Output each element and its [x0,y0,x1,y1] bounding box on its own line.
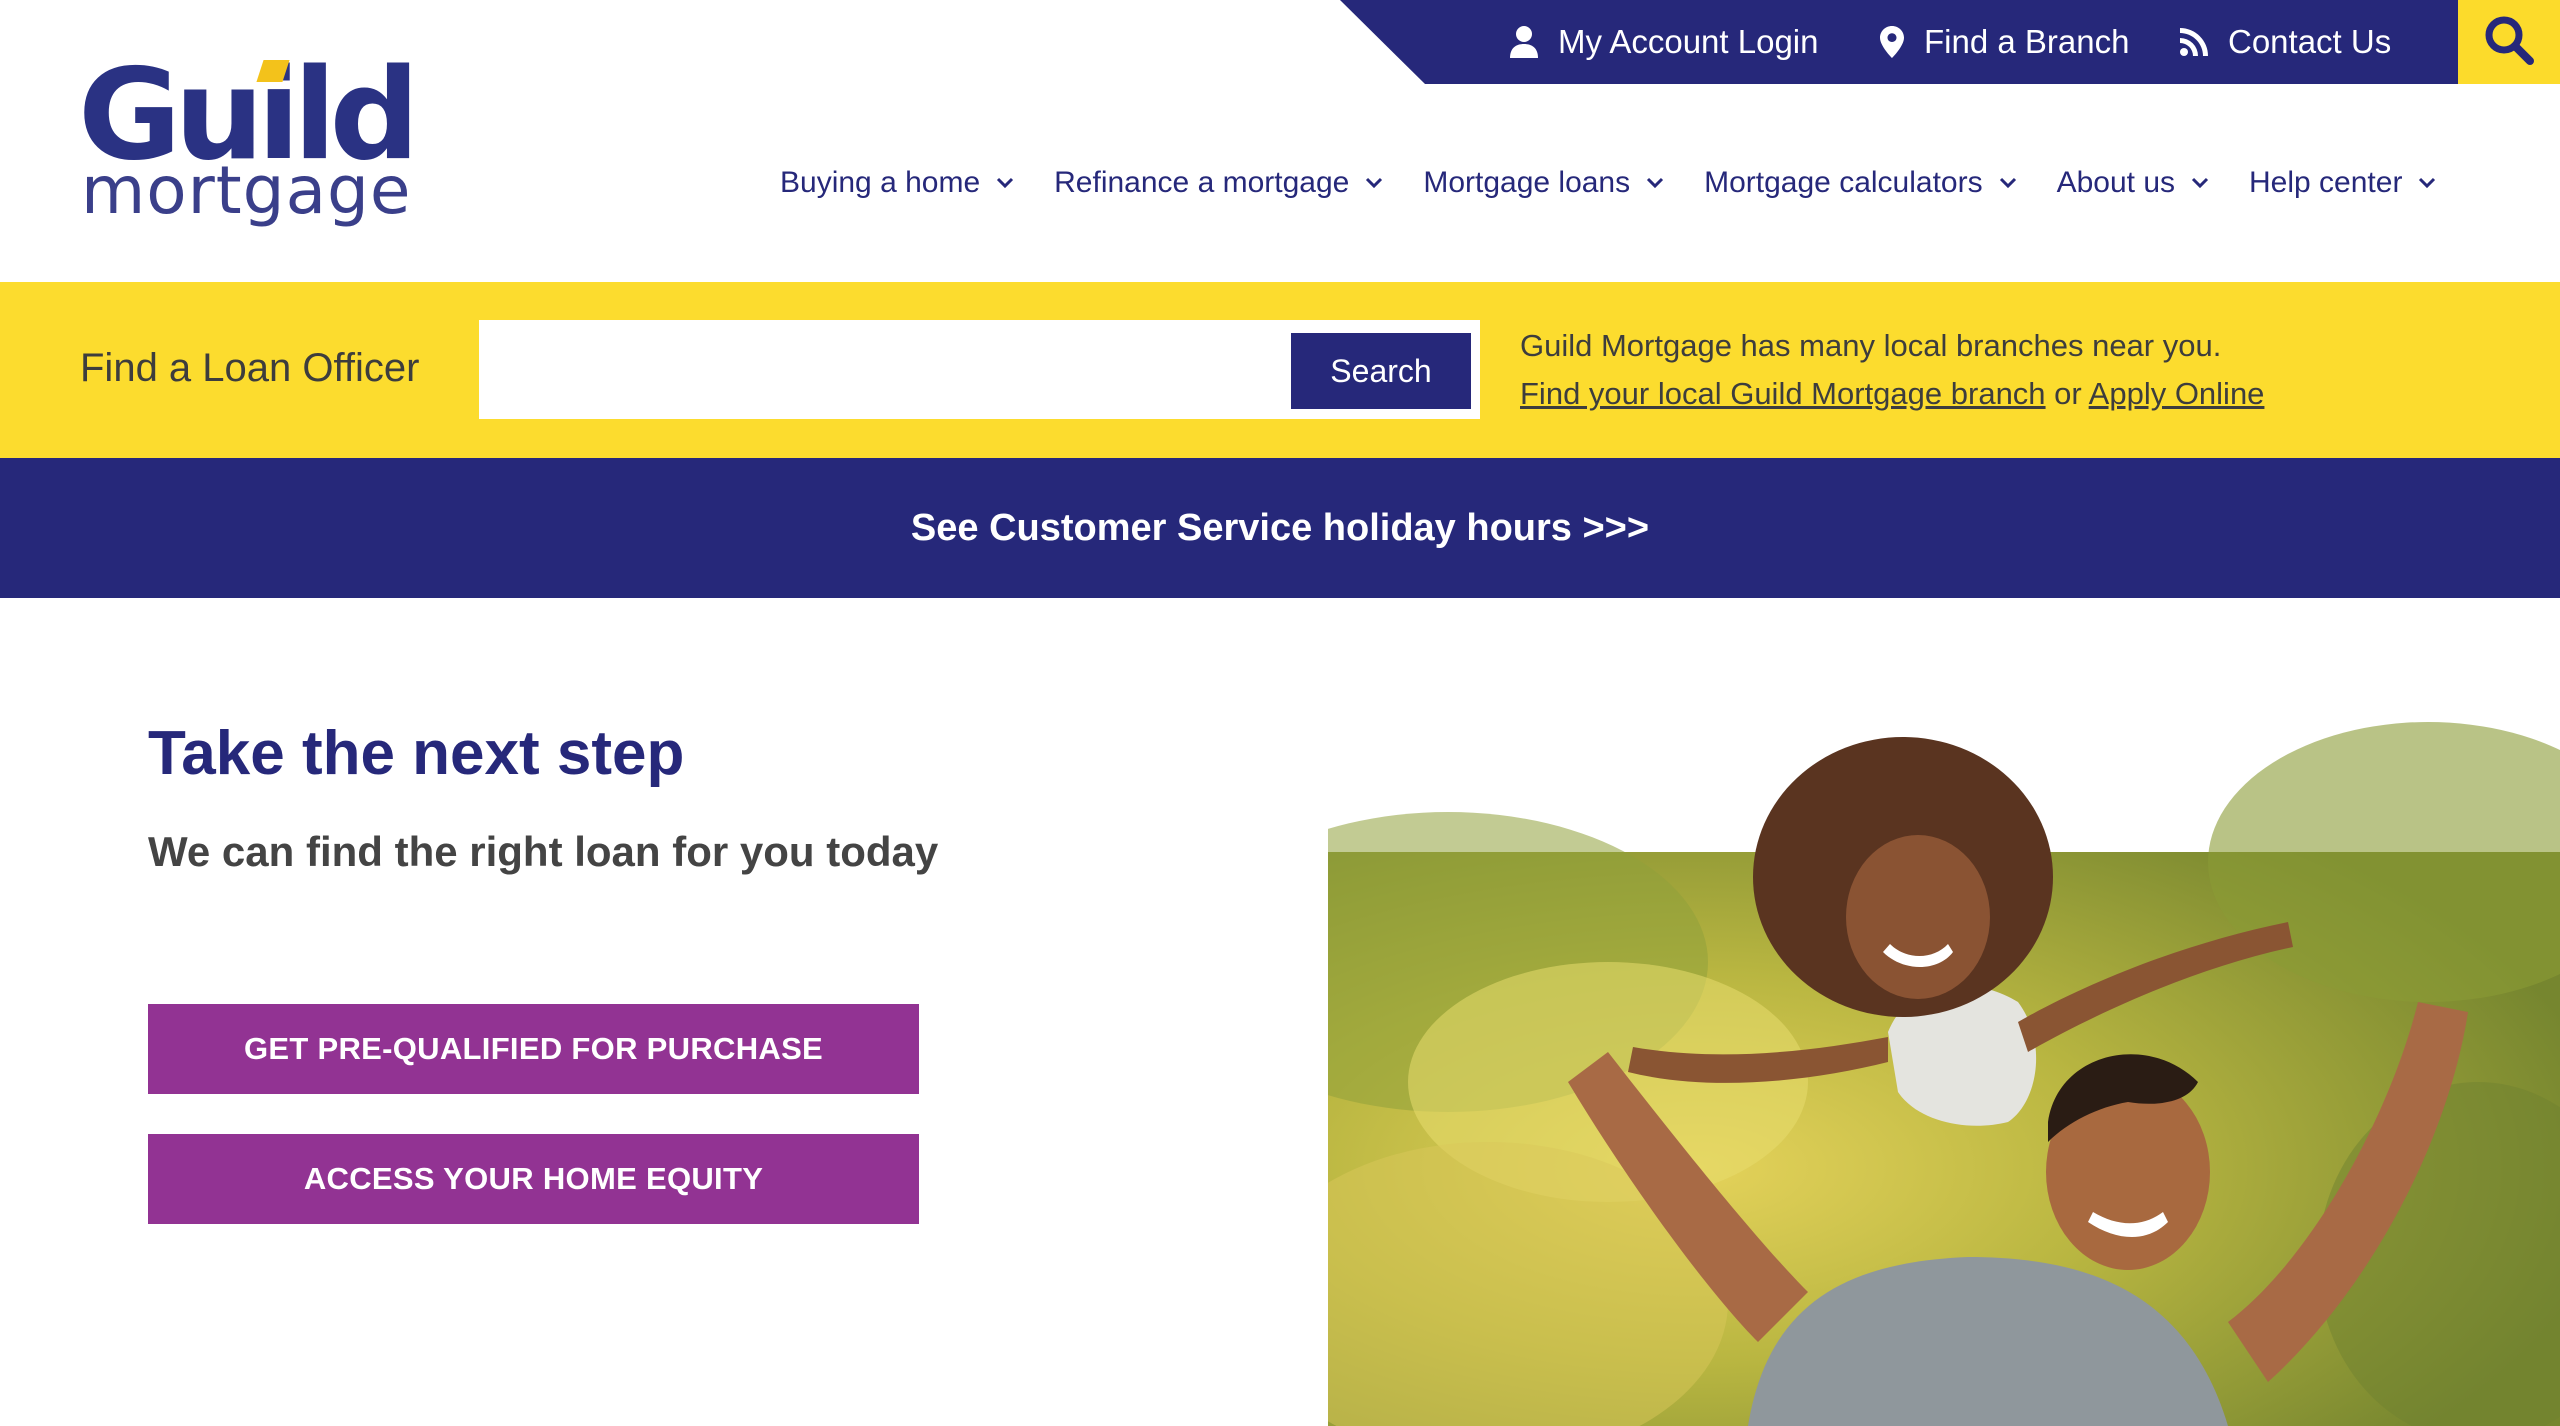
nav-item-label: Refinance a mortgage [1054,166,1350,199]
chevron-down-icon [2418,177,2436,189]
chevron-down-icon [1999,177,2017,189]
apply-online-link[interactable]: Apply Online [2089,376,2265,411]
chevron-down-icon [1646,177,1664,189]
nav-item-about-us[interactable]: About us [2057,166,2209,200]
find-local-branch-link[interactable]: Find your local Guild Mortgage branch [1520,376,2046,411]
logo-subtitle: mortgage [81,152,412,229]
find-a-branch-label: Find a Branch [1924,23,2130,60]
chevron-down-icon [996,177,1014,189]
loan-officer-search-button[interactable]: Search [1291,333,1471,409]
hero-photo-father-and-daughter [1328,702,2560,1426]
nav-item-mortgage-loans[interactable]: Mortgage loans [1423,166,1664,200]
site-search-button[interactable] [2458,0,2560,84]
loan-officer-search-input[interactable] [481,322,1289,417]
holiday-hours-link[interactable]: See Customer Service holiday hours >>> [911,507,1649,550]
find-loan-officer-label: Find a Loan Officer [80,346,420,390]
announcement-bar: See Customer Service holiday hours >>> [0,458,2560,598]
rss-icon [2180,28,2208,56]
get-pre-qualified-button[interactable]: GET PRE-QUALIFIED FOR PURCHASE [148,1004,919,1094]
contact-us-label: Contact Us [2228,23,2392,60]
nav-item-refinance-a-mortgage[interactable]: Refinance a mortgage [1054,166,1383,200]
find-a-branch-link[interactable]: Find a Branch [1880,0,2129,84]
loan-officer-search-bar: Find a Loan Officer Search Guild Mortgag… [0,282,2560,458]
main-navigation: Buying a home Refinance a mortgage Mortg… [780,166,2436,200]
access-home-equity-button[interactable]: ACCESS YOUR HOME EQUITY [148,1134,919,1224]
site-header: Guild mortgage My Account Login Find a B… [0,0,2560,282]
branch-info: Guild Mortgage has many local branches n… [1520,322,2264,418]
user-icon [1510,26,1538,58]
nav-item-label: Help center [2249,166,2403,199]
map-pin-icon [1880,26,1904,58]
chevron-down-icon [1365,177,1383,189]
nav-item-buying-a-home[interactable]: Buying a home [780,166,1014,200]
contact-us-link[interactable]: Contact Us [2180,0,2391,84]
branch-info-text: Guild Mortgage has many local branches n… [1520,328,2222,363]
hero-title: Take the next step [148,719,685,788]
nav-item-label: Mortgage calculators [1704,166,1983,199]
nav-item-help-center[interactable]: Help center [2249,166,2436,200]
nav-item-mortgage-calculators[interactable]: Mortgage calculators [1704,166,2016,200]
chevron-down-icon [2191,177,2209,189]
nav-item-label: Mortgage loans [1423,166,1631,199]
loan-officer-search-form: Search [479,320,1480,419]
search-icon [2483,14,2535,71]
my-account-login-label: My Account Login [1558,23,1819,60]
nav-item-label: About us [2056,166,2176,199]
nav-item-label: Buying a home [780,166,981,199]
hero-subtitle: We can find the right loan for you today [148,828,939,875]
guild-mortgage-logo[interactable]: Guild mortgage [78,52,420,224]
branch-links: Find your local Guild Mortgage branch or… [1520,370,2264,418]
my-account-login-link[interactable]: My Account Login [1510,0,1819,84]
or-text: or [2054,376,2082,411]
